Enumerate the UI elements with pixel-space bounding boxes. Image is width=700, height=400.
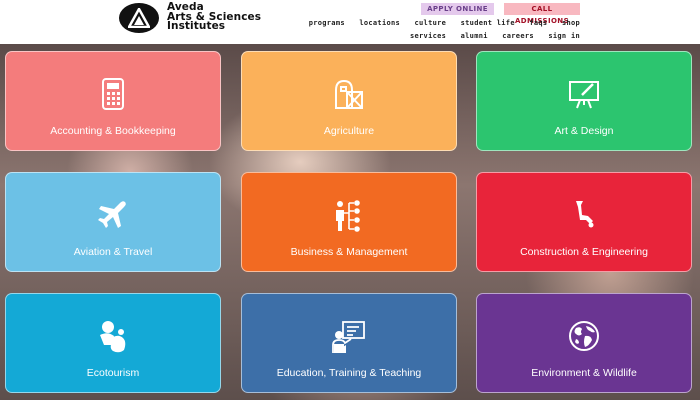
easel-icon — [568, 78, 600, 115]
travelers-icon — [97, 320, 129, 359]
tile-label: Environment & Wildlife — [531, 367, 637, 379]
tile-label: Business & Management — [290, 246, 408, 258]
call-admissions-button[interactable]: CALL ADMISSIONS — [504, 3, 580, 25]
nav-link-locations[interactable]: locations — [359, 19, 400, 27]
tile-accounting-bookkeeping[interactable]: Accounting & Bookkeeping — [5, 51, 221, 151]
nav-link-alumni[interactable]: alumni — [461, 32, 488, 40]
nav-link-faqs[interactable]: faqs — [529, 19, 547, 27]
globe-icon — [568, 320, 600, 357]
tile-label: Construction & Engineering — [520, 246, 648, 258]
tile-label: Agriculture — [323, 125, 375, 137]
primary-nav: programs locations culture student life … — [299, 19, 580, 27]
org-chart-icon — [334, 199, 364, 238]
nav-link-student-life[interactable]: student life — [461, 19, 515, 27]
tile-environment-wildlife[interactable]: Environment & Wildlife — [476, 293, 692, 393]
tile-label: Accounting & Bookkeeping — [50, 125, 176, 137]
tile-label: Ecotourism — [86, 367, 140, 379]
airplane-icon — [97, 199, 129, 236]
tile-education-training-teaching[interactable]: Education, Training & Teaching — [241, 293, 457, 393]
logo-line: Institutes — [167, 20, 226, 32]
tile-label: Education, Training & Teaching — [276, 367, 422, 379]
calculator-icon — [100, 78, 126, 115]
nav-link-culture[interactable]: culture — [415, 19, 447, 27]
tile-label: Aviation & Travel — [73, 246, 153, 258]
nav-link-programs[interactable]: programs — [309, 19, 345, 27]
teacher-icon — [332, 320, 366, 359]
tile-aviation-travel[interactable]: Aviation & Travel — [5, 172, 221, 272]
nav-link-sign-in[interactable]: sign in — [548, 32, 580, 40]
tile-business-management[interactable]: Business & Management — [241, 172, 457, 272]
tile-art-design[interactable]: Art & Design — [476, 51, 692, 151]
logo-wordmark[interactable]: Aveda Arts & Sciences Institutes — [167, 2, 261, 32]
logo-icon[interactable] — [119, 3, 159, 33]
tile-agriculture[interactable]: Agriculture — [241, 51, 457, 151]
tile-label: Art & Design — [554, 125, 614, 137]
nav-link-shop[interactable]: shop — [562, 19, 580, 27]
crane-icon — [570, 199, 598, 234]
barn-icon — [333, 78, 365, 115]
nav-link-services[interactable]: services — [410, 32, 446, 40]
tile-ecotourism[interactable]: Ecotourism — [5, 293, 221, 393]
nav-link-careers[interactable]: careers — [502, 32, 534, 40]
secondary-nav: services alumni careers sign in — [400, 32, 580, 40]
tile-construction-engineering[interactable]: Construction & Engineering — [476, 172, 692, 272]
site-header: Aveda Arts & Sciences Institutes APPLY O… — [0, 0, 700, 44]
apply-online-button[interactable]: APPLY ONLINE — [421, 3, 494, 15]
